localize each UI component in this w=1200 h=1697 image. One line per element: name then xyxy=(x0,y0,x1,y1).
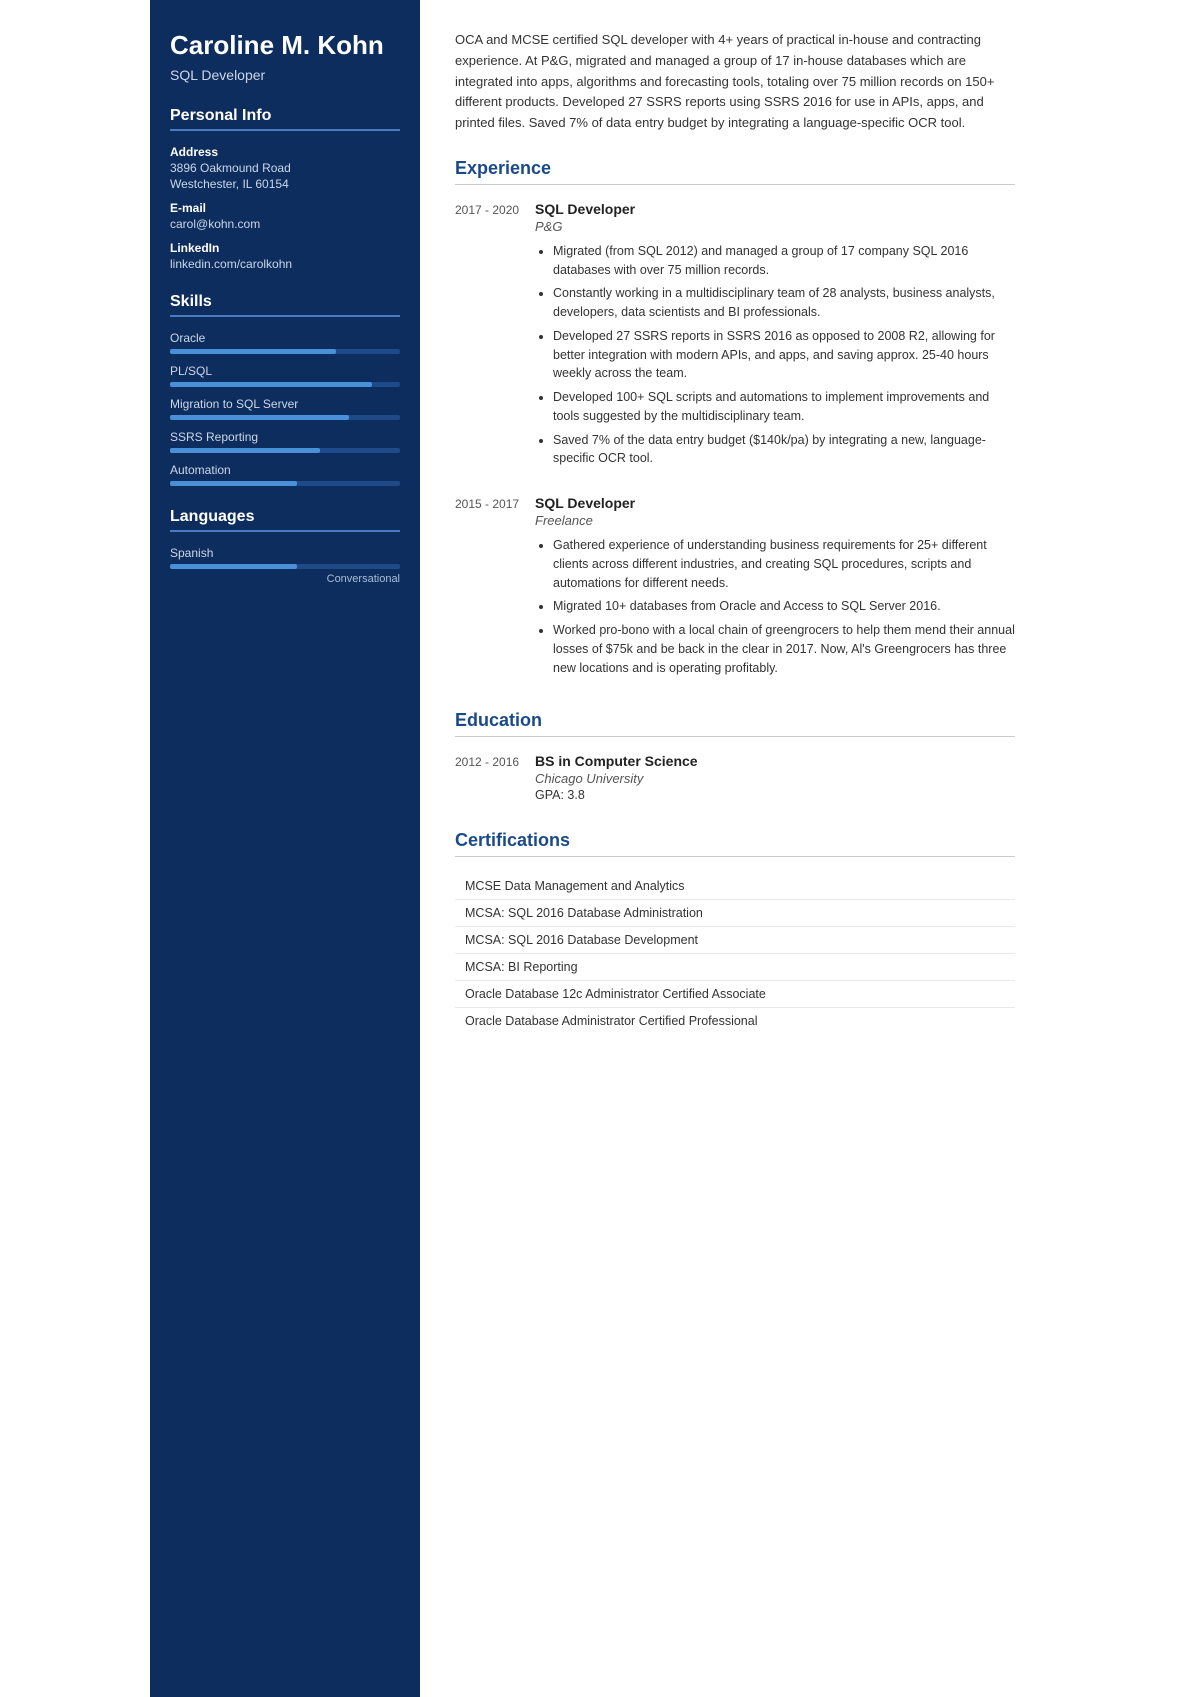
edu-dates: 2012 - 2016 xyxy=(455,753,535,802)
entry-bullets: Gathered experience of understanding bus… xyxy=(535,536,1015,677)
email-value: carol@kohn.com xyxy=(170,217,400,231)
linkedin-label: LinkedIn xyxy=(170,241,400,255)
skill-bar-fill xyxy=(170,481,297,486)
experience-heading: Experience xyxy=(455,158,1015,185)
skill-bar-background xyxy=(170,448,400,453)
certification-item: MCSE Data Management and Analytics xyxy=(455,873,1015,900)
skill-bar-background xyxy=(170,481,400,486)
certification-item: MCSA: SQL 2016 Database Development xyxy=(455,927,1015,954)
education-heading: Education xyxy=(455,710,1015,737)
experience-entry: 2015 - 2017SQL Developer Freelance Gathere… xyxy=(455,495,1015,682)
language-level: Conversational xyxy=(170,573,400,585)
education-section: Education 2012 - 2016BS in Computer Scie… xyxy=(455,710,1015,802)
education-entry: 2012 - 2016BS in Computer Science Chicago… xyxy=(455,753,1015,802)
language-bar-fill xyxy=(170,564,297,569)
experience-entry: 2017 - 2020SQL Developer P&G Migrated (fro… xyxy=(455,201,1015,473)
entry-job-title: SQL Developer xyxy=(535,495,1015,511)
skill-name: SSRS Reporting xyxy=(170,430,400,444)
edu-content: BS in Computer Science Chicago University… xyxy=(535,753,1015,802)
address-line1: 3896 Oakmound Road xyxy=(170,161,400,175)
certification-row: MCSE Data Management and Analytics xyxy=(455,873,1015,900)
entry-job-title: SQL Developer xyxy=(535,201,1015,217)
edu-school: Chicago University xyxy=(535,771,1015,786)
summary-text: OCA and MCSE certified SQL developer wit… xyxy=(455,30,1015,134)
certifications-section: Certifications MCSE Data Management and … xyxy=(455,830,1015,1034)
edu-degree: BS in Computer Science xyxy=(535,753,1015,769)
skills-heading: Skills xyxy=(170,293,400,317)
certification-row: Oracle Database Administrator Certified … xyxy=(455,1008,1015,1035)
bullet-item: Worked pro-bono with a local chain of gr… xyxy=(553,621,1015,677)
skill-bar-fill xyxy=(170,448,320,453)
entry-company: Freelance xyxy=(535,513,1015,528)
language-bar-background xyxy=(170,564,400,569)
entry-dates: 2017 - 2020 xyxy=(455,201,535,473)
bullet-item: Migrated 10+ databases from Oracle and A… xyxy=(553,597,1015,616)
certifications-list: MCSE Data Management and AnalyticsMCSA: … xyxy=(455,873,1015,1034)
skill-name: Oracle xyxy=(170,331,400,345)
skill-bar-background xyxy=(170,349,400,354)
skill-bar-fill xyxy=(170,415,349,420)
bullet-item: Constantly working in a multidisciplinar… xyxy=(553,284,1015,322)
main-content: OCA and MCSE certified SQL developer wit… xyxy=(420,0,1050,1697)
certification-row: MCSA: SQL 2016 Database Administration xyxy=(455,900,1015,927)
address-label: Address xyxy=(170,145,400,159)
skill-name: PL/SQL xyxy=(170,364,400,378)
entry-dates: 2015 - 2017 xyxy=(455,495,535,682)
education-list: 2012 - 2016BS in Computer Science Chicago… xyxy=(455,753,1015,802)
skill-bar-background xyxy=(170,382,400,387)
linkedin-value: linkedin.com/carolkohn xyxy=(170,257,400,271)
personal-info-heading: Personal Info xyxy=(170,107,400,131)
skill-bar-background xyxy=(170,415,400,420)
bullet-item: Developed 27 SSRS reports in SSRS 2016 a… xyxy=(553,327,1015,383)
skill-name: Automation xyxy=(170,463,400,477)
languages-list: Spanish Conversational xyxy=(170,546,400,585)
experience-section: Experience 2017 - 2020SQL DeveloperP&GMi… xyxy=(455,158,1015,683)
certifications-table: MCSE Data Management and AnalyticsMCSA: … xyxy=(455,873,1015,1034)
address-line2: Westchester, IL 60154 xyxy=(170,177,400,191)
resume-container: Caroline M. Kohn SQL Developer Personal … xyxy=(150,0,1050,1697)
certification-item: Oracle Database Administrator Certified … xyxy=(455,1008,1015,1035)
experience-list: 2017 - 2020SQL DeveloperP&GMigrated (fro… xyxy=(455,201,1015,683)
certification-item: MCSA: BI Reporting xyxy=(455,954,1015,981)
certification-row: MCSA: SQL 2016 Database Development xyxy=(455,927,1015,954)
skill-bar-fill xyxy=(170,349,336,354)
entry-content: SQL Developer Freelance Gathered experienc… xyxy=(535,495,1015,682)
certification-row: Oracle Database 12c Administrator Certif… xyxy=(455,981,1015,1008)
entry-bullets: Migrated (from SQL 2012) and managed a g… xyxy=(535,242,1015,468)
language-name: Spanish xyxy=(170,546,400,560)
certification-item: MCSA: SQL 2016 Database Administration xyxy=(455,900,1015,927)
certifications-heading: Certifications xyxy=(455,830,1015,857)
certification-item: Oracle Database 12c Administrator Certif… xyxy=(455,981,1015,1008)
email-label: E-mail xyxy=(170,201,400,215)
bullet-item: Gathered experience of understanding bus… xyxy=(553,536,1015,592)
bullet-item: Migrated (from SQL 2012) and managed a g… xyxy=(553,242,1015,280)
candidate-name: Caroline M. Kohn xyxy=(170,30,400,61)
skill-bar-fill xyxy=(170,382,372,387)
edu-gpa: GPA: 3.8 xyxy=(535,788,1015,802)
bullet-item: Saved 7% of the data entry budget ($140k… xyxy=(553,431,1015,469)
certification-row: MCSA: BI Reporting xyxy=(455,954,1015,981)
skill-name: Migration to SQL Server xyxy=(170,397,400,411)
entry-content: SQL Developer P&G Migrated (from SQL 2012)… xyxy=(535,201,1015,473)
sidebar: Caroline M. Kohn SQL Developer Personal … xyxy=(150,0,420,1697)
bullet-item: Developed 100+ SQL scripts and automatio… xyxy=(553,388,1015,426)
skills-list: Oracle PL/SQL Migration to SQL Server SSRS … xyxy=(170,331,400,486)
entry-company: P&G xyxy=(535,219,1015,234)
candidate-title: SQL Developer xyxy=(170,67,400,83)
languages-heading: Languages xyxy=(170,508,400,532)
